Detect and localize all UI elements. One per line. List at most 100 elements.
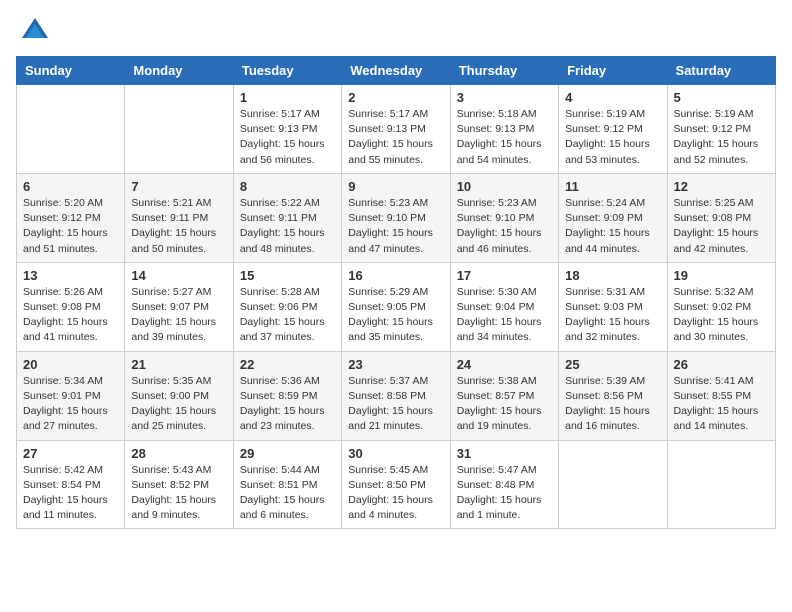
calendar-cell: 20 Sunrise: 5:34 AM Sunset: 9:01 PM Dayli… bbox=[17, 351, 125, 440]
day-info: Sunrise: 5:30 AM Sunset: 9:04 PM Dayligh… bbox=[457, 285, 552, 346]
day-info: Sunrise: 5:24 AM Sunset: 9:09 PM Dayligh… bbox=[565, 196, 660, 257]
calendar-cell: 17 Sunrise: 5:30 AM Sunset: 9:04 PM Dayli… bbox=[450, 262, 558, 351]
day-number: 25 bbox=[565, 357, 660, 372]
day-header: Friday bbox=[559, 57, 667, 85]
day-info: Sunrise: 5:25 AM Sunset: 9:08 PM Dayligh… bbox=[674, 196, 769, 257]
day-info: Sunrise: 5:38 AM Sunset: 8:57 PM Dayligh… bbox=[457, 374, 552, 435]
day-number: 22 bbox=[240, 357, 335, 372]
calendar-cell: 7 Sunrise: 5:21 AM Sunset: 9:11 PM Daylig… bbox=[125, 173, 233, 262]
day-info: Sunrise: 5:20 AM Sunset: 9:12 PM Dayligh… bbox=[23, 196, 118, 257]
logo bbox=[16, 16, 50, 46]
calendar-cell: 9 Sunrise: 5:23 AM Sunset: 9:10 PM Daylig… bbox=[342, 173, 450, 262]
day-number: 24 bbox=[457, 357, 552, 372]
day-number: 13 bbox=[23, 268, 118, 283]
day-info: Sunrise: 5:21 AM Sunset: 9:11 PM Dayligh… bbox=[131, 196, 226, 257]
calendar-cell: 14Sunrise: 5:27 AM Sunset: 9:07 PM Dayli… bbox=[125, 262, 233, 351]
day-header: Monday bbox=[125, 57, 233, 85]
day-number: 18 bbox=[565, 268, 660, 283]
calendar-cell: 16Sunrise: 5:29 AM Sunset: 9:05 PM Dayli… bbox=[342, 262, 450, 351]
day-number: 9 bbox=[348, 179, 443, 194]
day-number: 26 bbox=[674, 357, 769, 372]
day-info: Sunrise: 5:17 AM Sunset: 9:13 PM Dayligh… bbox=[240, 107, 335, 168]
day-info: Sunrise: 5:19 AM Sunset: 9:12 PM Dayligh… bbox=[565, 107, 660, 168]
calendar-cell: 10 Sunrise: 5:23 AM Sunset: 9:10 PM Dayli… bbox=[450, 173, 558, 262]
calendar-cell: 5 Sunrise: 5:19 AM Sunset: 9:12 PM Daylig… bbox=[667, 85, 775, 174]
day-header: Tuesday bbox=[233, 57, 341, 85]
calendar-cell: 11 Sunrise: 5:24 AM Sunset: 9:09 PM Dayli… bbox=[559, 173, 667, 262]
day-number: 27 bbox=[23, 446, 118, 461]
day-number: 31 bbox=[457, 446, 552, 461]
calendar-cell: 25 Sunrise: 5:39 AM Sunset: 8:56 PM Dayli… bbox=[559, 351, 667, 440]
calendar-cell: 23 Sunrise: 5:37 AM Sunset: 8:58 PM Dayli… bbox=[342, 351, 450, 440]
day-number: 21 bbox=[131, 357, 226, 372]
logo-icon bbox=[20, 16, 50, 46]
day-info: Sunrise: 5:34 AM Sunset: 9:01 PM Dayligh… bbox=[23, 374, 118, 435]
day-number: 20 bbox=[23, 357, 118, 372]
day-info: Sunrise: 5:27 AM Sunset: 9:07 PM Dayligh… bbox=[131, 285, 226, 346]
day-number: 17 bbox=[457, 268, 552, 283]
day-number: 6 bbox=[23, 179, 118, 194]
day-number: 29 bbox=[240, 446, 335, 461]
calendar-cell: 1 Sunrise: 5:17 AM Sunset: 9:13 PM Daylig… bbox=[233, 85, 341, 174]
calendar-cell: 28 Sunrise: 5:43 AM Sunset: 8:52 PM Dayli… bbox=[125, 440, 233, 529]
calendar-table: SundayMondayTuesdayWednesdayThursdayFrid… bbox=[16, 56, 776, 529]
calendar-cell: 24 Sunrise: 5:38 AM Sunset: 8:57 PM Dayli… bbox=[450, 351, 558, 440]
day-number: 23 bbox=[348, 357, 443, 372]
day-header: Thursday bbox=[450, 57, 558, 85]
calendar-week-row: 6 Sunrise: 5:20 AM Sunset: 9:12 PM Daylig… bbox=[17, 173, 776, 262]
day-number: 11 bbox=[565, 179, 660, 194]
day-number: 5 bbox=[674, 90, 769, 105]
day-header: Saturday bbox=[667, 57, 775, 85]
calendar-cell: 2 Sunrise: 5:17 AM Sunset: 9:13 PM Daylig… bbox=[342, 85, 450, 174]
day-info: Sunrise: 5:35 AM Sunset: 9:00 PM Dayligh… bbox=[131, 374, 226, 435]
day-info: Sunrise: 5:22 AM Sunset: 9:11 PM Dayligh… bbox=[240, 196, 335, 257]
calendar-cell: 15 Sunrise: 5:28 AM Sunset: 9:06 PM Dayli… bbox=[233, 262, 341, 351]
calendar-cell: 3 Sunrise: 5:18 AM Sunset: 9:13 PM Daylig… bbox=[450, 85, 558, 174]
day-number: 10 bbox=[457, 179, 552, 194]
day-number: 15 bbox=[240, 268, 335, 283]
day-number: 19 bbox=[674, 268, 769, 283]
day-info: Sunrise: 5:17 AM Sunset: 9:13 PM Dayligh… bbox=[348, 107, 443, 168]
day-info: Sunrise: 5:18 AM Sunset: 9:13 PM Dayligh… bbox=[457, 107, 552, 168]
day-number: 30 bbox=[348, 446, 443, 461]
day-number: 2 bbox=[348, 90, 443, 105]
calendar-week-row: 13 Sunrise: 5:26 AM Sunset: 9:08 PM Dayli… bbox=[17, 262, 776, 351]
calendar-cell: 26Sunrise: 5:41 AM Sunset: 8:55 PM Dayli… bbox=[667, 351, 775, 440]
calendar-cell: 18Sunrise: 5:31 AM Sunset: 9:03 PM Dayli… bbox=[559, 262, 667, 351]
calendar-cell bbox=[17, 85, 125, 174]
calendar-cell: 29Sunrise: 5:44 AM Sunset: 8:51 PM Dayli… bbox=[233, 440, 341, 529]
day-info: Sunrise: 5:36 AM Sunset: 8:59 PM Dayligh… bbox=[240, 374, 335, 435]
calendar-cell: 22 Sunrise: 5:36 AM Sunset: 8:59 PM Dayli… bbox=[233, 351, 341, 440]
day-info: Sunrise: 5:39 AM Sunset: 8:56 PM Dayligh… bbox=[565, 374, 660, 435]
calendar-cell: 19 Sunrise: 5:32 AM Sunset: 9:02 PM Dayli… bbox=[667, 262, 775, 351]
calendar-cell: 31 Sunrise: 5:47 AM Sunset: 8:48 PM Dayli… bbox=[450, 440, 558, 529]
header bbox=[16, 16, 776, 46]
calendar-cell bbox=[667, 440, 775, 529]
calendar-cell bbox=[559, 440, 667, 529]
day-number: 3 bbox=[457, 90, 552, 105]
day-info: Sunrise: 5:42 AM Sunset: 8:54 PM Dayligh… bbox=[23, 463, 118, 524]
day-number: 12 bbox=[674, 179, 769, 194]
calendar-cell: 6 Sunrise: 5:20 AM Sunset: 9:12 PM Daylig… bbox=[17, 173, 125, 262]
day-info: Sunrise: 5:37 AM Sunset: 8:58 PM Dayligh… bbox=[348, 374, 443, 435]
day-info: Sunrise: 5:23 AM Sunset: 9:10 PM Dayligh… bbox=[457, 196, 552, 257]
day-number: 28 bbox=[131, 446, 226, 461]
calendar-cell: 4 Sunrise: 5:19 AM Sunset: 9:12 PM Daylig… bbox=[559, 85, 667, 174]
calendar-week-row: 1 Sunrise: 5:17 AM Sunset: 9:13 PM Daylig… bbox=[17, 85, 776, 174]
calendar-cell: 21 Sunrise: 5:35 AM Sunset: 9:00 PM Dayli… bbox=[125, 351, 233, 440]
calendar-cell: 8Sunrise: 5:22 AM Sunset: 9:11 PM Daylig… bbox=[233, 173, 341, 262]
day-number: 7 bbox=[131, 179, 226, 194]
day-number: 1 bbox=[240, 90, 335, 105]
day-info: Sunrise: 5:45 AM Sunset: 8:50 PM Dayligh… bbox=[348, 463, 443, 524]
day-info: Sunrise: 5:32 AM Sunset: 9:02 PM Dayligh… bbox=[674, 285, 769, 346]
day-number: 4 bbox=[565, 90, 660, 105]
day-info: Sunrise: 5:43 AM Sunset: 8:52 PM Dayligh… bbox=[131, 463, 226, 524]
calendar-week-row: 20 Sunrise: 5:34 AM Sunset: 9:01 PM Dayli… bbox=[17, 351, 776, 440]
day-info: Sunrise: 5:26 AM Sunset: 9:08 PM Dayligh… bbox=[23, 285, 118, 346]
day-info: Sunrise: 5:28 AM Sunset: 9:06 PM Dayligh… bbox=[240, 285, 335, 346]
day-info: Sunrise: 5:23 AM Sunset: 9:10 PM Dayligh… bbox=[348, 196, 443, 257]
day-info: Sunrise: 5:19 AM Sunset: 9:12 PM Dayligh… bbox=[674, 107, 769, 168]
day-info: Sunrise: 5:47 AM Sunset: 8:48 PM Dayligh… bbox=[457, 463, 552, 524]
day-number: 16 bbox=[348, 268, 443, 283]
calendar-cell: 13 Sunrise: 5:26 AM Sunset: 9:08 PM Dayli… bbox=[17, 262, 125, 351]
